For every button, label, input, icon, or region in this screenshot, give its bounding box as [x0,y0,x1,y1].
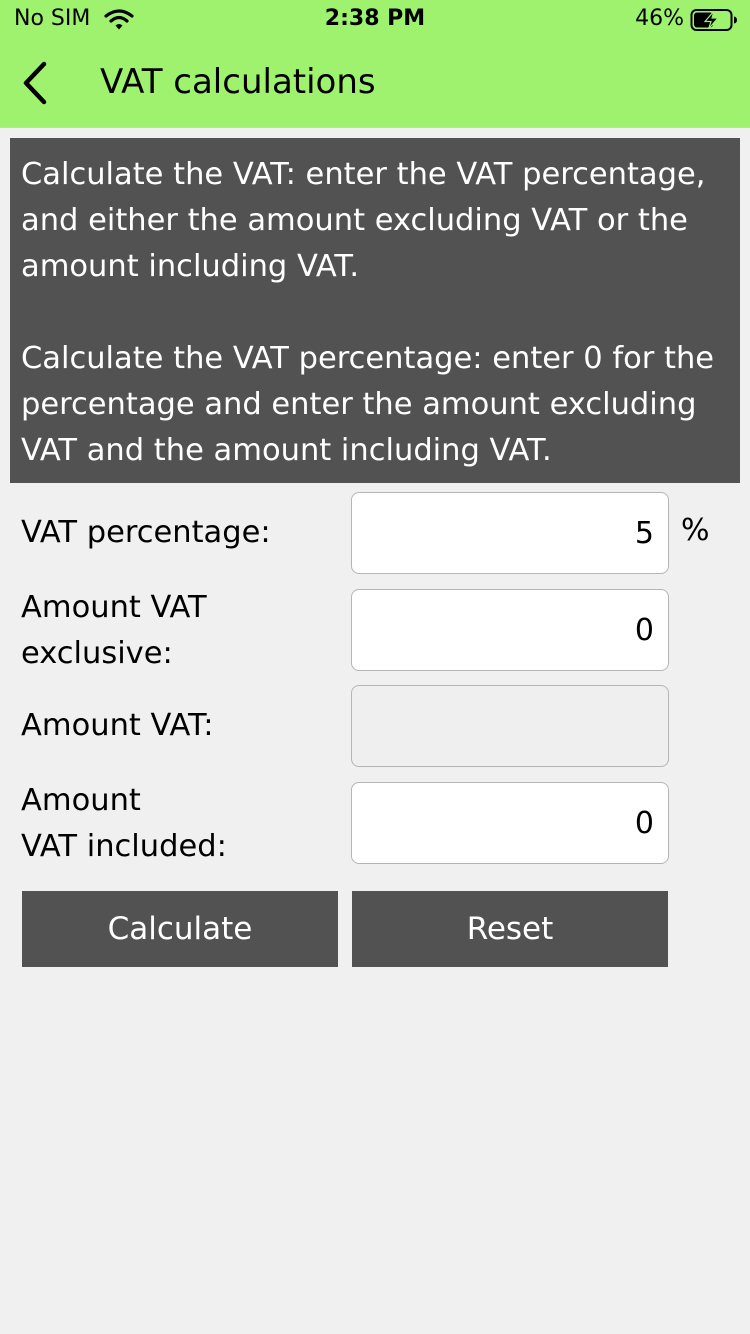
amount-exclusive-input[interactable] [351,589,669,671]
instructions-panel: Calculate the VAT: enter the VAT percent… [10,138,740,483]
instructions-paragraph-vat: Calculate the VAT: enter the VAT percent… [21,157,706,284]
navigation-bar: VAT calculations [0,44,750,128]
amount-exclusive-label-line1: Amount VAT [21,590,207,625]
amount-included-label-line1: Amount [21,783,141,818]
status-bar: No SIM 2:38 PM 46% [0,0,750,40]
calculate-button[interactable]: Calculate [22,891,338,967]
percent-unit: % [681,513,710,548]
instructions-paragraph-percentage: Calculate the VAT percentage: enter 0 fo… [21,341,715,468]
amount-vat-output [351,685,669,767]
back-button[interactable] [10,56,60,110]
amount-included-label-line2: VAT included: [21,829,227,864]
app-header: No SIM 2:38 PM 46% VAT calculations [0,0,750,128]
amount-exclusive-label: Amount VAT exclusive: [21,585,207,677]
page-title: VAT calculations [100,62,376,102]
vat-percentage-label: VAT percentage: [21,515,271,550]
battery-charging-icon [690,9,737,31]
vat-percentage-input[interactable] [351,492,669,574]
amount-included-input[interactable] [351,782,669,864]
amount-included-label: Amount VAT included: [21,778,227,870]
amount-vat-label: Amount VAT: [21,708,214,743]
chevron-left-icon [23,61,47,105]
battery-percentage: 46% [635,6,684,31]
amount-exclusive-label-line2: exclusive: [21,636,173,671]
reset-button[interactable]: Reset [352,891,668,967]
